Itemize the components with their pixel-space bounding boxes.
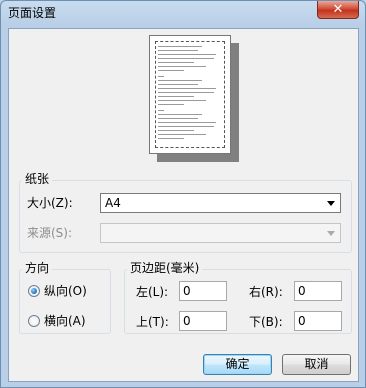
margin-bottom-label: 下(B):	[249, 315, 283, 329]
landscape-radio[interactable]	[28, 315, 40, 327]
preview-text-line	[158, 70, 184, 71]
portrait-label[interactable]: 纵向(O)	[44, 284, 87, 298]
chevron-down-icon	[327, 201, 335, 206]
preview-text-line	[158, 138, 184, 139]
margin-top-label: 上(T):	[136, 315, 169, 329]
margin-left-label: 左(L):	[136, 285, 169, 299]
preview-text-line	[158, 126, 214, 127]
margin-left-input[interactable]: 0	[179, 281, 227, 301]
preview-text-line	[158, 92, 214, 93]
paper-size-label: 大小(Z):	[27, 196, 73, 210]
chevron-down-icon	[327, 231, 335, 236]
preview-text-line	[158, 88, 216, 89]
page-setup-dialog: 页面设置 ✕ 纸张 大小(Z): A4 来源(S): 方向 纵向(O) 横向(A…	[0, 0, 366, 388]
close-button[interactable]: ✕	[317, 1, 359, 19]
ok-button[interactable]: 确定	[203, 354, 272, 375]
margin-right-label: 右(R):	[249, 285, 283, 299]
portrait-radio[interactable]	[28, 285, 40, 297]
preview-text-line	[158, 80, 202, 81]
page-preview	[149, 35, 231, 154]
preview-text-line	[158, 54, 216, 55]
preview-text-line	[158, 134, 206, 135]
preview-text-line	[158, 122, 216, 123]
cancel-button[interactable]: 取消	[282, 354, 351, 375]
margins-group-label: 页边距(毫米)	[127, 261, 203, 275]
preview-text-line	[158, 50, 198, 51]
preview-text-line	[158, 110, 164, 111]
paper-source-select[interactable]	[100, 223, 341, 243]
preview-text-line	[158, 46, 202, 47]
paper-size-select[interactable]: A4	[100, 193, 341, 213]
preview-text-line	[158, 84, 198, 85]
margin-right-input[interactable]: 0	[294, 281, 342, 301]
preview-text-line	[158, 114, 202, 115]
paper-source-label: 来源(S):	[27, 226, 73, 240]
preview-text-line	[158, 118, 198, 119]
dialog-client-area: 纸张 大小(Z): A4 来源(S): 方向 纵向(O) 横向(A) 页边距(毫…	[8, 28, 359, 382]
margin-bottom-input[interactable]: 0	[294, 311, 342, 331]
preview-text-line	[158, 62, 194, 63]
preview-text-line	[158, 104, 184, 105]
landscape-label[interactable]: 横向(A)	[44, 314, 86, 328]
paper-group-label: 纸张	[22, 172, 53, 186]
paper-size-value: A4	[105, 196, 121, 210]
preview-text-line	[158, 96, 194, 97]
preview-text-line	[158, 58, 214, 59]
preview-text-line	[158, 130, 194, 131]
orientation-group-label: 方向	[22, 261, 53, 275]
preview-text-line	[158, 100, 206, 101]
margin-top-input[interactable]: 0	[179, 311, 227, 331]
preview-text-line	[158, 66, 206, 67]
preview-text-line	[158, 76, 164, 77]
close-icon: ✕	[332, 2, 344, 17]
dialog-title: 页面设置	[8, 6, 57, 20]
